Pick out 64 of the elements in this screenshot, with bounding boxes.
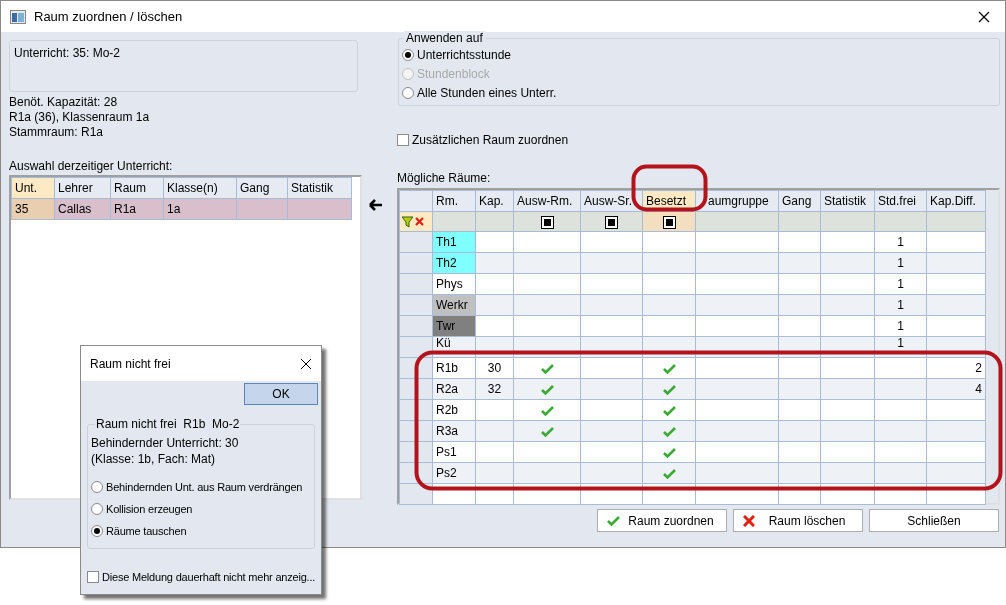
column-header[interactable]: Statistik — [287, 177, 352, 199]
section-label: Auswahl derzeitiger Unterricht: — [9, 159, 174, 173]
ok-button[interactable]: OK — [244, 383, 318, 405]
group-legend: Anwenden auf — [404, 31, 485, 45]
close-icon[interactable] — [300, 357, 312, 370]
delete-button[interactable]: Raum löschen — [733, 509, 863, 532]
radio-label[interactable]: Alle Stunden eines Unterr. — [417, 86, 557, 100]
check-icon — [662, 362, 676, 375]
column-header[interactable]: Gang — [236, 177, 288, 199]
close-button[interactable]: Schließen — [869, 509, 999, 532]
radio-button[interactable] — [402, 49, 414, 61]
column-header[interactable]: Kap. — [475, 190, 514, 212]
column-header[interactable]: Std.frei — [874, 190, 927, 212]
check-icon — [662, 446, 676, 459]
detail-text: Benöt. Kapazität: 28 — [9, 95, 119, 110]
column-header[interactable]: Statistik — [820, 190, 875, 212]
check-icon — [540, 362, 554, 375]
radio-label[interactable]: Unterrichtsstunde — [417, 48, 512, 62]
column-header[interactable]: Unt. — [11, 177, 55, 199]
check-icon — [607, 515, 620, 527]
column-header[interactable]: aumgruppe — [695, 190, 779, 212]
column-header[interactable]: Ausw-Rm. — [513, 190, 581, 212]
detail-text: R1a (36), Klassenraum 1a — [9, 110, 151, 125]
checkbox-label[interactable]: Diese Meldung dauerhaft nicht mehr anzeig... — [102, 569, 316, 586]
app-icon — [10, 9, 26, 24]
clear-filter-icon — [415, 217, 424, 226]
column-header[interactable]: Kap.Diff. — [926, 190, 986, 212]
message-text: Behindernder Unterricht: 30 — [91, 435, 240, 451]
column-header[interactable]: Ausw-Sr. — [580, 190, 643, 212]
check-icon — [540, 425, 554, 438]
checkbox[interactable] — [397, 134, 409, 146]
radio-label[interactable]: Behindernden Unt. aus Raum verdrängen — [106, 480, 303, 494]
checkbox-label[interactable]: Zusätzlichen Raum zuordnen — [412, 131, 569, 149]
close-icon[interactable] — [978, 10, 990, 23]
window-title: Raum zuordnen / löschen — [34, 7, 183, 26]
radio-button[interactable] — [91, 525, 103, 537]
radio-label[interactable]: Kollision erzeugen — [106, 502, 193, 516]
check-icon — [540, 404, 554, 417]
checkbox[interactable] — [87, 571, 99, 584]
radio-label[interactable]: Räume tauschen — [106, 524, 187, 538]
column-header[interactable]: Lehrer — [54, 177, 111, 199]
column-header[interactable]: Klasse(n) — [163, 177, 237, 199]
detail-text: Stammraum: R1a — [9, 125, 105, 140]
dialog-title: Raum nicht frei — [90, 355, 171, 373]
check-icon — [662, 425, 676, 438]
cross-icon — [743, 515, 755, 527]
check-icon — [662, 467, 676, 480]
assign-button[interactable]: Raum zuordnen — [597, 509, 727, 532]
radio-button[interactable] — [91, 503, 103, 515]
filter-icon — [402, 215, 413, 228]
radio-button[interactable] — [91, 481, 103, 493]
message-text: (Klasse: 1b, Fach: Mat) — [91, 451, 217, 467]
radio-button[interactable] — [402, 87, 414, 99]
column-header[interactable]: Gang — [778, 190, 821, 212]
column-header[interactable]: Raum — [110, 177, 164, 199]
lesson-info: Unterricht: 35: Mo-2 — [14, 46, 121, 60]
column-header[interactable]: Rm. — [432, 190, 476, 212]
check-icon — [662, 404, 676, 417]
section-label: Mögliche Räume: — [397, 171, 492, 185]
table-cell: 35 — [11, 198, 55, 220]
left-arrow-icon — [369, 199, 383, 211]
check-icon — [540, 383, 554, 396]
group-legend: Raum nicht frei R1b Mo-2 — [95, 417, 241, 431]
check-icon — [662, 383, 676, 396]
